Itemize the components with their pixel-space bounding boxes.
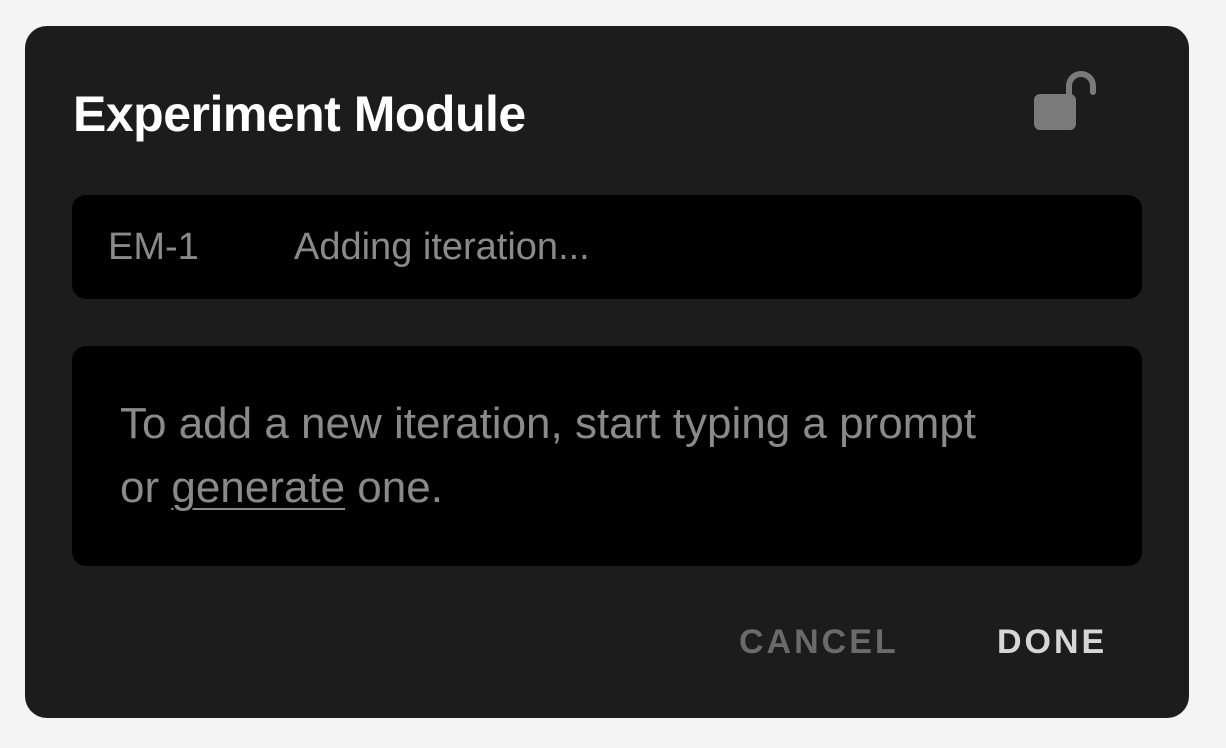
dialog-title: Experiment Module bbox=[73, 86, 526, 142]
generate-link[interactable]: generate bbox=[171, 463, 345, 512]
prompt-input[interactable]: To add a new iteration, start typing a p… bbox=[72, 346, 1142, 566]
iteration-row: EM-1 Adding iteration... bbox=[72, 195, 1142, 299]
unlocked-padlock-icon bbox=[1034, 71, 1096, 130]
lock-icon[interactable] bbox=[1031, 64, 1103, 134]
iteration-id: EM-1 bbox=[108, 226, 199, 268]
prompt-placeholder: To add a new iteration, start typing a p… bbox=[120, 392, 980, 520]
experiment-module-dialog: Experiment Module EM-1 Adding iteration.… bbox=[25, 26, 1189, 718]
iteration-status: Adding iteration... bbox=[294, 226, 590, 268]
prompt-text-after: one. bbox=[345, 463, 443, 512]
cancel-button[interactable]: CANCEL bbox=[739, 620, 899, 664]
done-button[interactable]: DONE bbox=[997, 620, 1107, 664]
